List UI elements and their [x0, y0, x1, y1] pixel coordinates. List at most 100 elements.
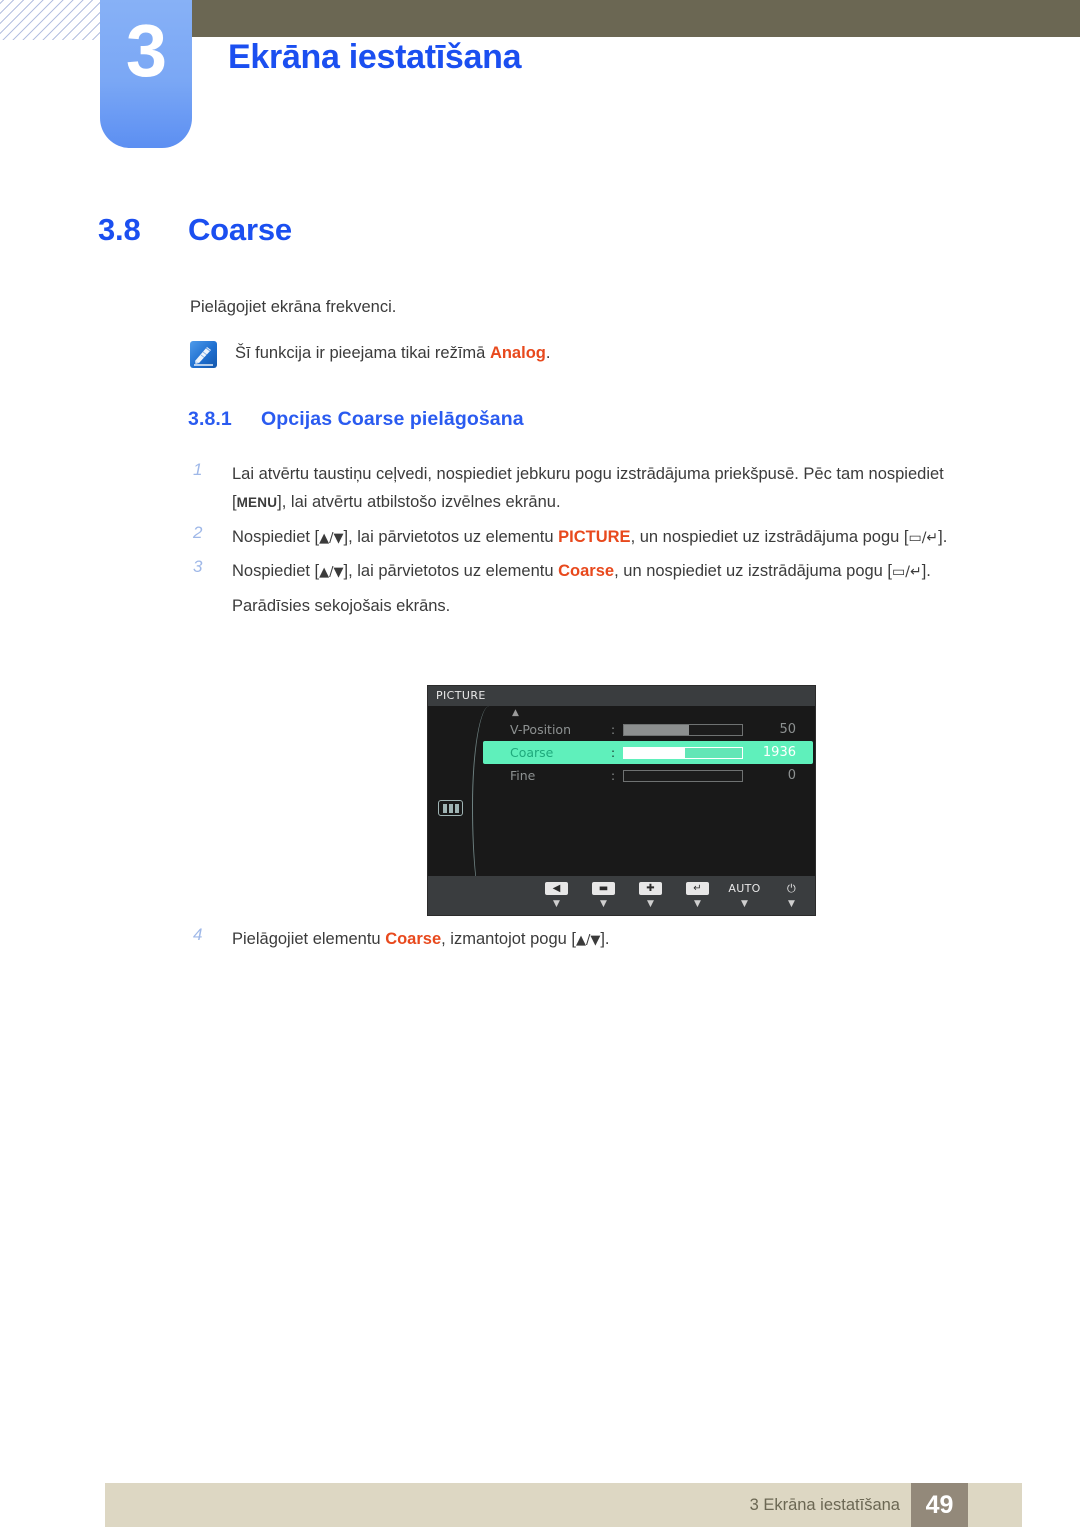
step-item: 1 Lai atvērtu taustiņu ceļvedi, nospiedi…: [190, 460, 1002, 517]
osd-enter-button[interactable]: ↵ ▼: [674, 880, 721, 909]
menu-key-label: MENU: [236, 495, 278, 511]
osd-row-coarse[interactable]: Coarse : 1936: [483, 741, 813, 764]
step3-part4: ].: [921, 562, 931, 581]
osd-button-caret: ▼: [741, 899, 748, 909]
section-title: Coarse: [188, 212, 292, 247]
osd-row-vposition[interactable]: V-Position : 50: [483, 718, 813, 741]
step-number: 1: [193, 460, 203, 479]
osd-plus-button[interactable]: ✚ ▼: [627, 880, 674, 909]
subsection-number: 3.8.1: [188, 408, 232, 430]
step-text: Lai atvērtu taustiņu ceļvedi, nospiediet…: [232, 460, 1002, 517]
auto-label: AUTO: [728, 880, 760, 897]
section-heading: 3.8 Coarse: [98, 212, 292, 248]
osd-label: V-Position: [510, 722, 571, 737]
osd-label: Fine: [510, 768, 536, 783]
step-item: 3 Nospiediet [▲/▼], lai pārvietotos uz e…: [190, 557, 1002, 585]
osd-back-button[interactable]: ◀ ▼: [533, 880, 580, 909]
osd-row-fine[interactable]: Fine : 0: [483, 764, 813, 787]
osd-button-caret: ▼: [788, 899, 795, 909]
osd-minus-button[interactable]: ▬ ▼: [580, 880, 627, 909]
picture-bars-icon: [438, 800, 463, 816]
osd-menu-screenshot: PICTURE ▲ V-Position : 50 Coarse : 1936 …: [427, 685, 816, 916]
chapter-tab: 3: [100, 0, 192, 148]
updown-key-symbols: ▲/▼: [319, 565, 344, 581]
power-icon-glyph: ⏻: [786, 881, 796, 895]
footer-page-number: 49: [925, 1490, 954, 1519]
note-text: Šī funkcija ir pieejama tikai režīmā Ana…: [235, 341, 550, 363]
enter-icon-glyph: ↵: [686, 882, 709, 895]
osd-slider-track[interactable]: [623, 769, 743, 782]
step4-part2: , izmantojot pogu [: [441, 930, 576, 948]
osd-slider-track[interactable]: [623, 723, 743, 736]
updown-key-symbols: ▲/▼: [319, 530, 344, 546]
plus-icon: ✚: [639, 880, 662, 897]
step-item: 2 Nospiediet [▲/▼], lai pārvietotos uz e…: [190, 523, 1002, 551]
osd-value: 0: [787, 768, 796, 783]
section-number: 3.8: [98, 212, 141, 247]
osd-auto-button[interactable]: AUTO ▼: [721, 880, 768, 909]
step2-highlight-picture: PICTURE: [558, 527, 631, 546]
note-pen-icon: [190, 341, 217, 368]
osd-title: PICTURE: [436, 689, 486, 702]
steps-list-continued: 4 Pielāgojiet elementu Coarse, izmantojo…: [190, 925, 1002, 959]
osd-row-list: V-Position : 50 Coarse : 1936 Fine : 0: [483, 718, 813, 787]
footer-text: 3 Ekrāna iestatīšana: [749, 1496, 900, 1514]
step1-part2: ], lai atvērtu atbilstošo izvēlnes ekrān…: [277, 493, 561, 512]
osd-value: 1936: [762, 745, 796, 760]
osd-button-caret: ▼: [694, 899, 701, 909]
footer-page-number-box: 49: [911, 1483, 968, 1527]
enter-key-symbols: ▭/↵: [892, 564, 922, 581]
step2-part4: ].: [938, 527, 948, 546]
enter-icon: ↵: [686, 880, 709, 897]
step-text: Pielāgojiet elementu Coarse, izmantojot …: [232, 925, 1002, 953]
step3-part3: , un nospiediet uz izstrādājuma pogu [: [614, 562, 893, 581]
step-text: Nospiediet [▲/▼], lai pārvietotos uz ele…: [232, 557, 1002, 585]
step3-highlight-coarse: Coarse: [558, 562, 615, 581]
osd-slider-fill: [624, 724, 689, 735]
subsection-title: Opcijas Coarse pielāgošana: [261, 408, 524, 430]
step4-part1: Pielāgojiet elementu: [232, 930, 386, 948]
power-icon: ⏻: [787, 880, 796, 897]
plus-icon-glyph: ✚: [639, 882, 662, 895]
osd-button-caret: ▼: [600, 899, 607, 909]
enter-key-symbols: ▭/↵: [908, 529, 939, 546]
step3-part1: Nospiediet [: [232, 562, 320, 581]
note-row: Šī funkcija ir pieejama tikai režīmā Ana…: [190, 341, 550, 368]
osd-colon: :: [611, 722, 616, 737]
step-item: 4 Pielāgojiet elementu Coarse, izmantojo…: [190, 925, 1002, 953]
osd-power-button[interactable]: ⏻ ▼: [768, 880, 815, 909]
auto-label-text: AUTO: [728, 882, 761, 895]
osd-slider-fill: [624, 747, 686, 758]
back-icon-glyph: ◀: [545, 882, 568, 895]
osd-label: Coarse: [510, 745, 554, 760]
osd-title-bar: [428, 686, 815, 706]
step-text: Nospiediet [▲/▼], lai pārvietotos uz ele…: [232, 523, 1002, 551]
osd-slider-track[interactable]: [623, 746, 743, 759]
header-bar: [190, 0, 1080, 37]
osd-scroll-up-icon: ▲: [512, 708, 519, 718]
updown-key-symbols: ▲/▼: [575, 933, 601, 948]
osd-colon: :: [611, 745, 616, 760]
step4-part3: ].: [600, 930, 610, 948]
step-number: 3: [193, 557, 203, 577]
osd-button-caret: ▼: [647, 899, 654, 909]
osd-button-caret: ▼: [553, 899, 560, 909]
intro-text: Pielāgojiet ekrāna frekvenci.: [190, 298, 397, 316]
step3-follow-up-text: Parādīsies sekojošais ekrāns.: [232, 596, 451, 615]
step-number: 2: [193, 522, 203, 542]
steps-list: 1 Lai atvērtu taustiņu ceļvedi, nospiedi…: [190, 460, 1002, 620]
chapter-title: Ekrāna iestatīšana: [228, 38, 522, 76]
subsection-heading: 3.8.1 Opcijas Coarse pielāgošana: [188, 408, 524, 431]
note-text-before: Šī funkcija ir pieejama tikai režīmā: [235, 344, 490, 362]
step3-part2: ], lai pārvietotos uz elementu: [343, 562, 559, 581]
minus-icon-glyph: ▬: [592, 882, 615, 895]
note-text-after: .: [545, 344, 551, 362]
minus-icon: ▬: [592, 880, 615, 897]
step2-part3: , un nospiediet uz izstrādājuma pogu [: [630, 527, 909, 546]
osd-value: 50: [779, 722, 796, 737]
back-icon: ◀: [545, 880, 568, 897]
step2-part2: ], lai pārvietotos uz elementu: [343, 527, 559, 546]
step4-highlight-coarse: Coarse: [385, 930, 442, 948]
note-highlight-analog: Analog: [489, 344, 546, 362]
step2-part1: Nospiediet [: [232, 527, 320, 546]
